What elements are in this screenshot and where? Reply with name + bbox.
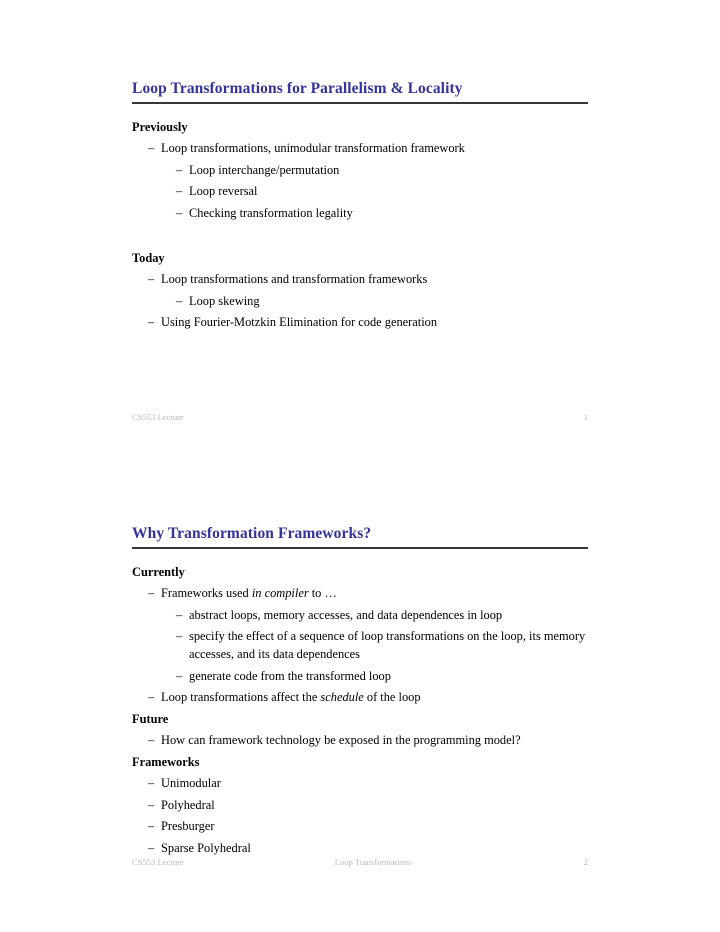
section-heading-previously: Previously [132, 119, 188, 134]
bullet-dash-icon: – [148, 315, 155, 330]
emphasis-schedule: schedule [320, 690, 364, 705]
slide-1-footer: CS553 Lecture 1 [132, 412, 588, 422]
bullet-item: – Checking transformation legality [176, 205, 588, 223]
bullet-text: Loop reversal [189, 184, 258, 199]
bullet-text: Loop transformations affect the schedule… [161, 690, 421, 705]
slide-1-title-rule [132, 101, 588, 104]
footer-page-number: 1 [583, 412, 588, 422]
bullet-text: Loop transformations and transformation … [161, 272, 428, 287]
bullet-dash-icon: – [148, 797, 155, 812]
bullet-dash-icon: – [176, 162, 183, 177]
bullet-dash-icon: – [176, 607, 183, 622]
bullet-dash-icon: – [148, 819, 155, 834]
section-heading-frameworks: Frameworks [132, 754, 200, 769]
bullet-item: – Loop transformations, unimodular trans… [148, 140, 588, 158]
bullet-item: – Frameworks used in compiler to … [148, 585, 588, 603]
bullet-text: Loop skewing [189, 293, 260, 308]
bullet-text: Using Fourier-Motzkin Elimination for co… [161, 315, 438, 330]
bullet-dash-icon: – [176, 629, 183, 644]
emphasis-in-compiler: in compiler [251, 586, 309, 601]
bullet-dash-icon: – [176, 668, 183, 683]
bullet-item: – How can framework technology be expose… [148, 732, 588, 750]
slide-1-body: Previously – Loop transformations, unimo… [132, 119, 588, 332]
bullet-item: – Loop transformations and transformatio… [148, 271, 588, 289]
slide-1-title: Loop Transformations for Parallelism & L… [132, 80, 463, 97]
bullet-item: – Loop transformations affect the schedu… [148, 689, 588, 707]
footer-left: CS553 Lecture [132, 412, 184, 422]
slide-2: Why Transformation Frameworks? Currently… [0, 466, 720, 932]
bullet-text: Polyhedral [161, 797, 215, 812]
bullet-text: Loop interchange/permutation [189, 162, 340, 177]
slide-2-content: Why Transformation Frameworks? Currently… [132, 525, 588, 858]
section-heading-currently: Currently [132, 564, 185, 579]
bullet-dash-icon: – [148, 733, 155, 748]
bullet-item: – Unimodular [148, 775, 588, 793]
slide-2-footer: CS553 Lecture Loop Transformations 2 [132, 857, 588, 867]
bullet-dash-icon: – [176, 184, 183, 199]
footer-left: CS553 Lecture [132, 857, 184, 867]
bullet-item: – Polyhedral [148, 797, 588, 815]
slide-2-title-rule [132, 546, 588, 549]
bullet-dash-icon: – [176, 205, 183, 220]
bullet-item: – generate code from the transformed loo… [176, 668, 588, 686]
section-heading-today: Today [132, 250, 165, 265]
bullet-text: Unimodular [161, 776, 221, 791]
bullet-text: Presburger [161, 819, 215, 834]
bullet-text: abstract loops, memory accesses, and dat… [189, 607, 503, 622]
bullet-text: Sparse Polyhedral [161, 840, 251, 855]
bullet-item: – Using Fourier-Motzkin Elimination for … [148, 314, 588, 332]
bullet-dash-icon: – [148, 141, 155, 156]
bullet-item: – Loop interchange/permutation [176, 162, 588, 180]
bullet-item: – Presburger [148, 818, 588, 836]
bullet-dash-icon: – [148, 272, 155, 287]
bullet-item: – abstract loops, memory accesses, and d… [176, 607, 588, 625]
bullet-dash-icon: – [148, 776, 155, 791]
bullet-text: specify the effect of a sequence of loop… [189, 629, 586, 662]
bullet-dash-icon: – [176, 293, 183, 308]
bullet-text: How can framework technology be exposed … [161, 733, 521, 748]
bullet-text: Frameworks used in compiler to … [161, 586, 337, 601]
bullet-item: – Loop reversal [176, 183, 588, 201]
bullet-dash-icon: – [148, 690, 155, 705]
slide-1-content: Loop Transformations for Parallelism & L… [132, 80, 588, 332]
bullet-text: Checking transformation legality [189, 205, 353, 220]
bullet-item: – Loop skewing [176, 293, 588, 311]
slide-2-body: Currently – Frameworks used in compiler … [132, 564, 588, 858]
bullet-item: – specify the effect of a sequence of lo… [176, 628, 588, 664]
bullet-dash-icon: – [148, 586, 155, 601]
bullet-item: – Sparse Polyhedral [148, 840, 588, 858]
slide-1: Loop Transformations for Parallelism & L… [0, 0, 720, 466]
section-heading-future: Future [132, 711, 169, 726]
footer-center: Loop Transformations [334, 857, 412, 867]
bullet-text: Loop transformations, unimodular transfo… [161, 141, 465, 156]
slide-2-title: Why Transformation Frameworks? [132, 525, 372, 542]
bullet-dash-icon: – [148, 840, 155, 855]
footer-page-number: 2 [583, 857, 588, 867]
bullet-text: generate code from the transformed loop [189, 668, 391, 683]
